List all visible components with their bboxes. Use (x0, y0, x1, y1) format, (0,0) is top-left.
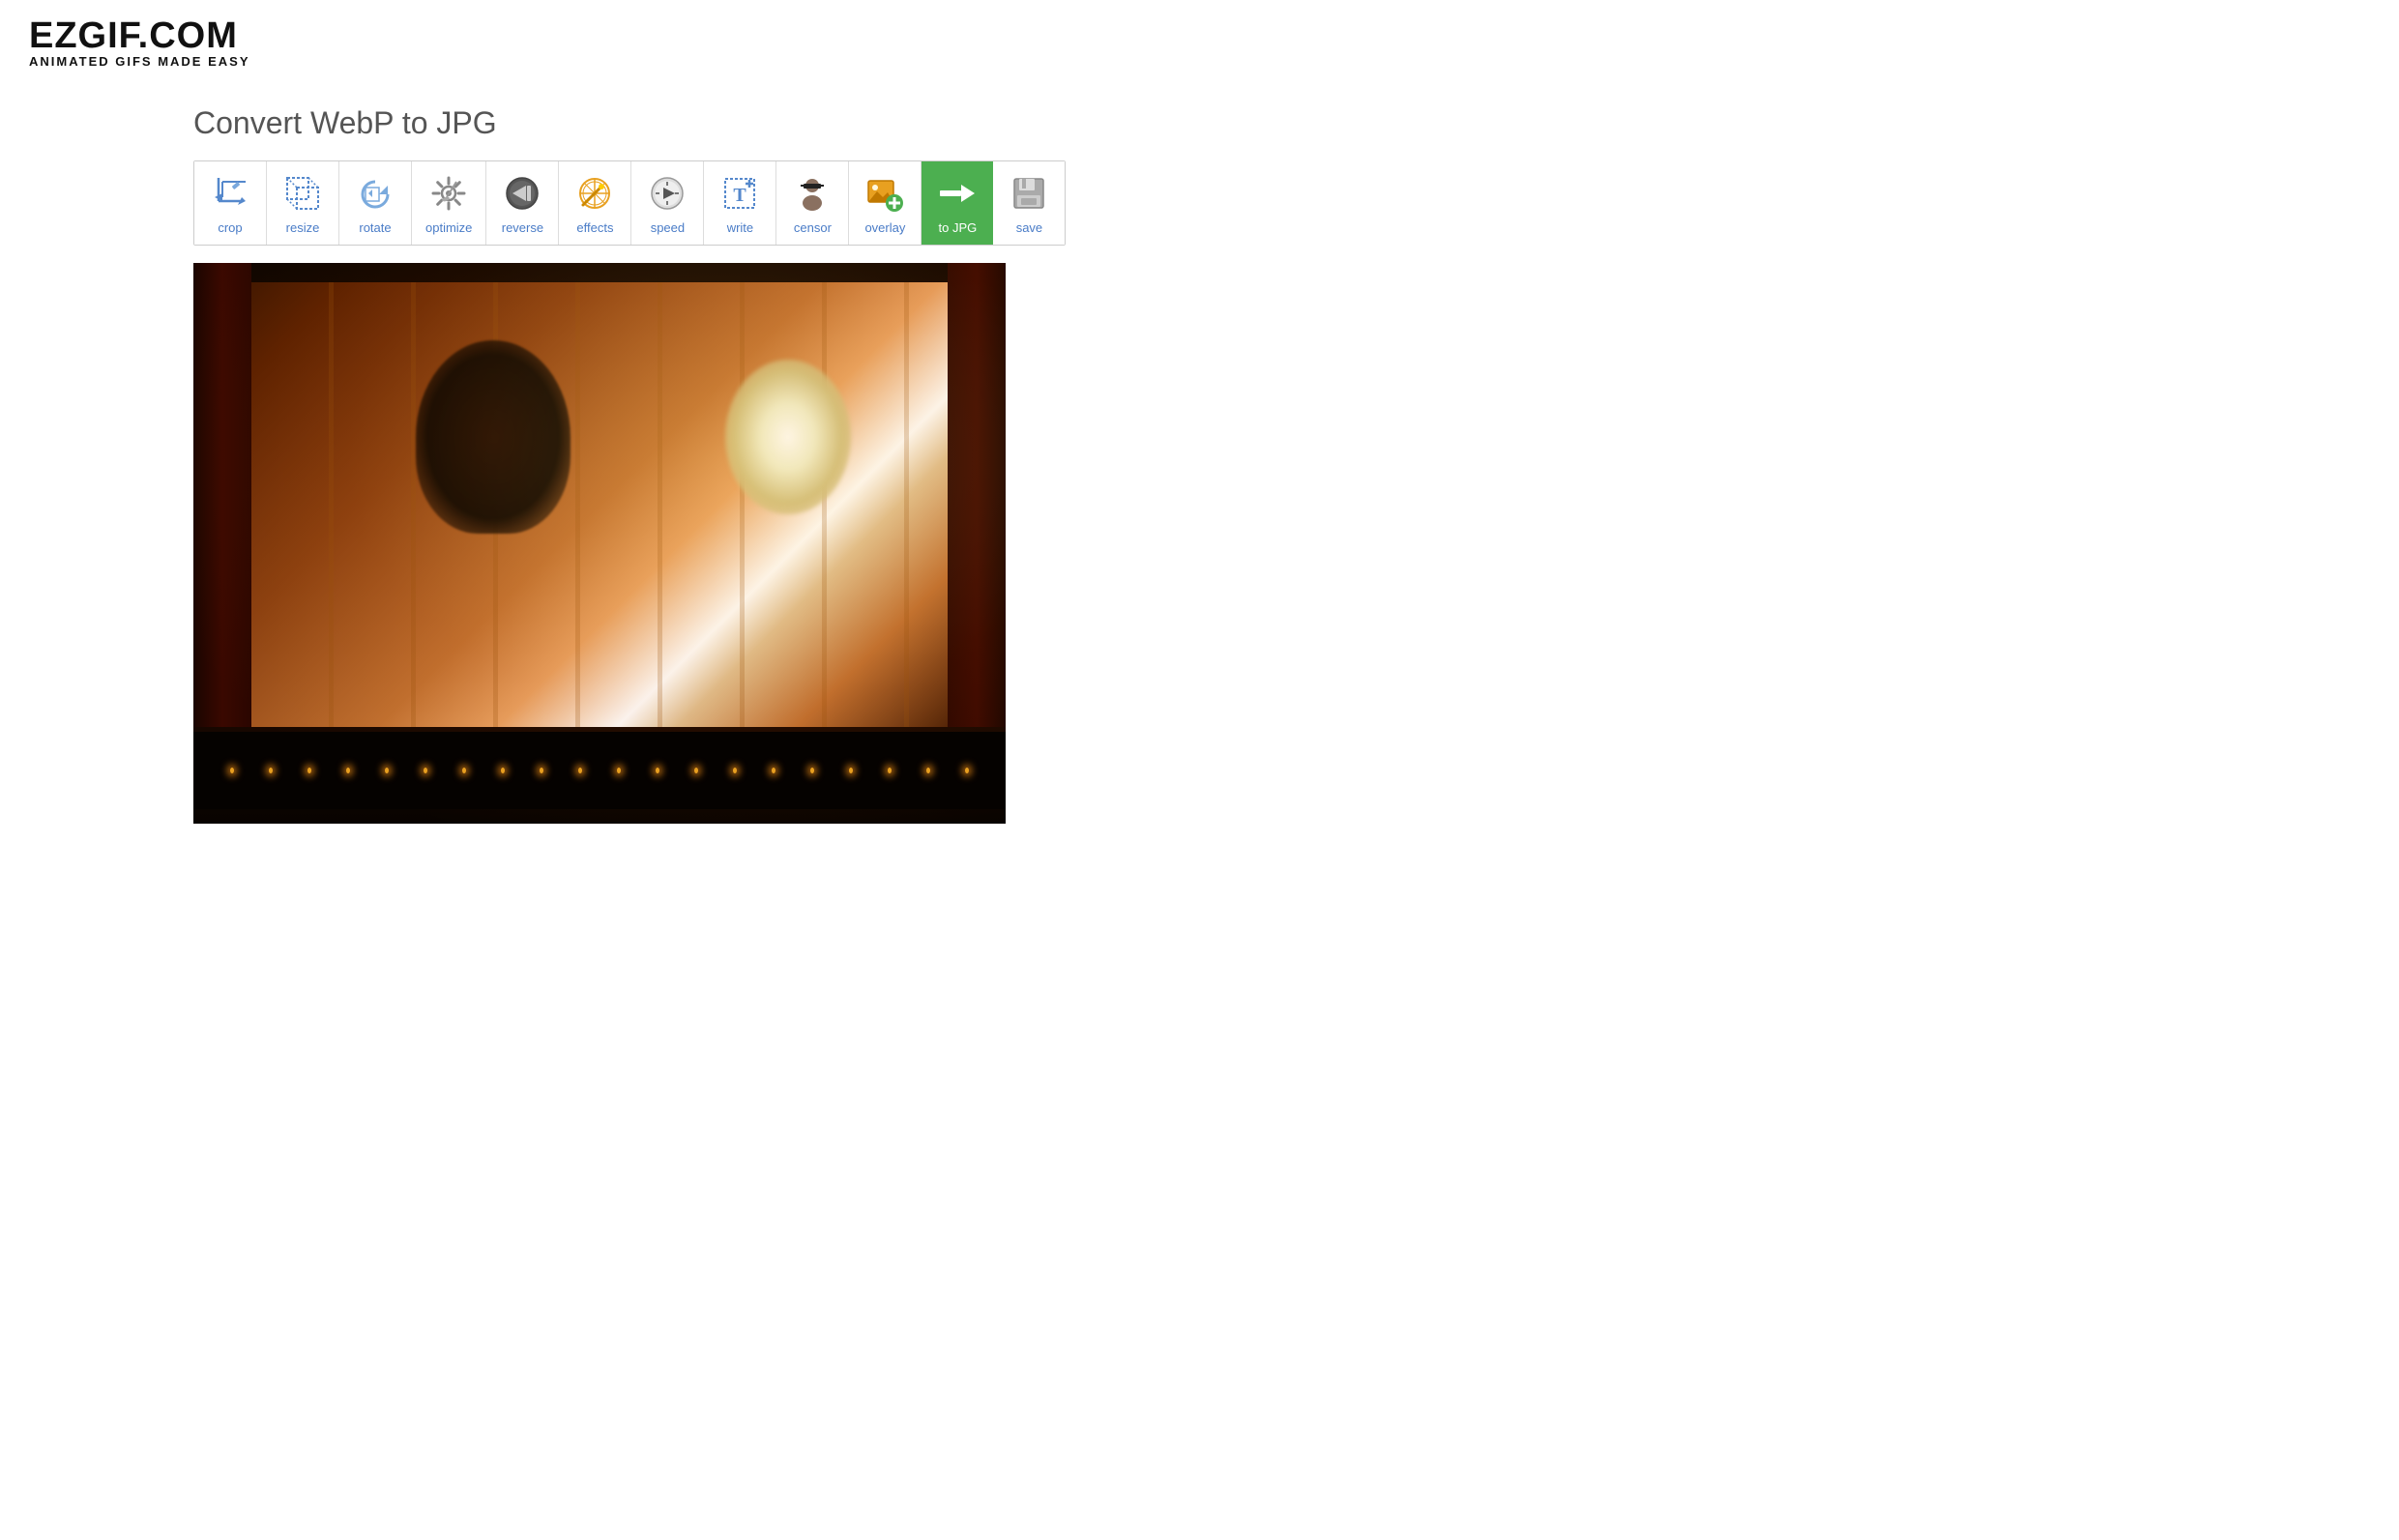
stage-light-dot (269, 768, 273, 773)
write-icon: T (717, 171, 762, 216)
stage-light-dot (617, 768, 621, 773)
optimize-label: optimize (425, 220, 472, 235)
stage-light-dot (849, 768, 853, 773)
resize-label: resize (286, 220, 320, 235)
stage-light-dot (965, 768, 969, 773)
tool-optimize[interactable]: optimize (412, 161, 486, 245)
stage-light-dot (926, 768, 930, 773)
effects-label: effects (576, 220, 613, 235)
tool-rotate[interactable]: rotate (339, 161, 412, 245)
stage-lights (193, 732, 1006, 809)
tool-overlay[interactable]: overlay (849, 161, 922, 245)
overlay-label: overlay (864, 220, 905, 235)
curtain-right (948, 263, 1006, 727)
stage-light-dot (501, 768, 505, 773)
toolbar: crop resize (193, 160, 1066, 246)
stage-light-dot (424, 768, 427, 773)
stage-light-dot (540, 768, 543, 773)
stage-light-dot (888, 768, 892, 773)
stage-light-dot (656, 768, 659, 773)
page-title: Convert WebP to JPG (193, 105, 2370, 141)
stage-light-dot (733, 768, 737, 773)
stage-light-dot (578, 768, 582, 773)
rotate-icon (353, 171, 397, 216)
stage-light-dot (772, 768, 775, 773)
censor-icon (790, 171, 834, 216)
tool-tojpg[interactable]: to JPG (922, 161, 993, 245)
tool-censor[interactable]: censor (776, 161, 849, 245)
rotate-label: rotate (359, 220, 391, 235)
figure-head-glow (725, 360, 851, 514)
tool-resize[interactable]: resize (267, 161, 339, 245)
cinema-background (193, 263, 1006, 824)
image-preview (193, 263, 1006, 824)
tool-reverse[interactable]: reverse (486, 161, 559, 245)
stage-light-dot (694, 768, 698, 773)
tool-crop[interactable]: crop (194, 161, 267, 245)
censor-label: censor (794, 220, 832, 235)
tool-effects[interactable]: effects (559, 161, 631, 245)
save-label: save (1016, 220, 1042, 235)
reverse-label: reverse (502, 220, 543, 235)
write-label: write (727, 220, 753, 235)
logo-tagline: ANIMATED GIFS MADE EASY (29, 54, 2370, 69)
tojpg-label: to JPG (939, 220, 978, 235)
speed-icon (645, 171, 689, 216)
tool-speed[interactable]: speed (631, 161, 704, 245)
main-content: Convert WebP to JPG crop (0, 86, 2399, 853)
stage-light-dot (346, 768, 350, 773)
site-header: EZGIF.COM ANIMATED GIFS MADE EASY (0, 0, 2399, 86)
tool-save[interactable]: save (993, 161, 1065, 245)
screen-stripes (251, 282, 948, 727)
save-icon (1007, 171, 1051, 216)
tool-write[interactable]: T write (704, 161, 776, 245)
reverse-icon (500, 171, 544, 216)
crop-icon (208, 171, 252, 216)
resize-icon (280, 171, 325, 216)
tojpg-icon (935, 171, 980, 216)
crop-label: crop (218, 220, 242, 235)
figure-head-dark (416, 340, 570, 534)
stage-light-dot (462, 768, 466, 773)
stage-light-dot (385, 768, 389, 773)
stage-light-dot (810, 768, 814, 773)
effects-icon (572, 171, 617, 216)
speed-label: speed (651, 220, 685, 235)
logo-brand[interactable]: EZGIF.COM (29, 17, 2370, 54)
curtain-left (193, 263, 251, 727)
svg-text:T: T (734, 185, 747, 206)
optimize-icon (426, 171, 471, 216)
stage-light-dot (307, 768, 311, 773)
stage-light-dot (230, 768, 234, 773)
overlay-icon (863, 171, 907, 216)
